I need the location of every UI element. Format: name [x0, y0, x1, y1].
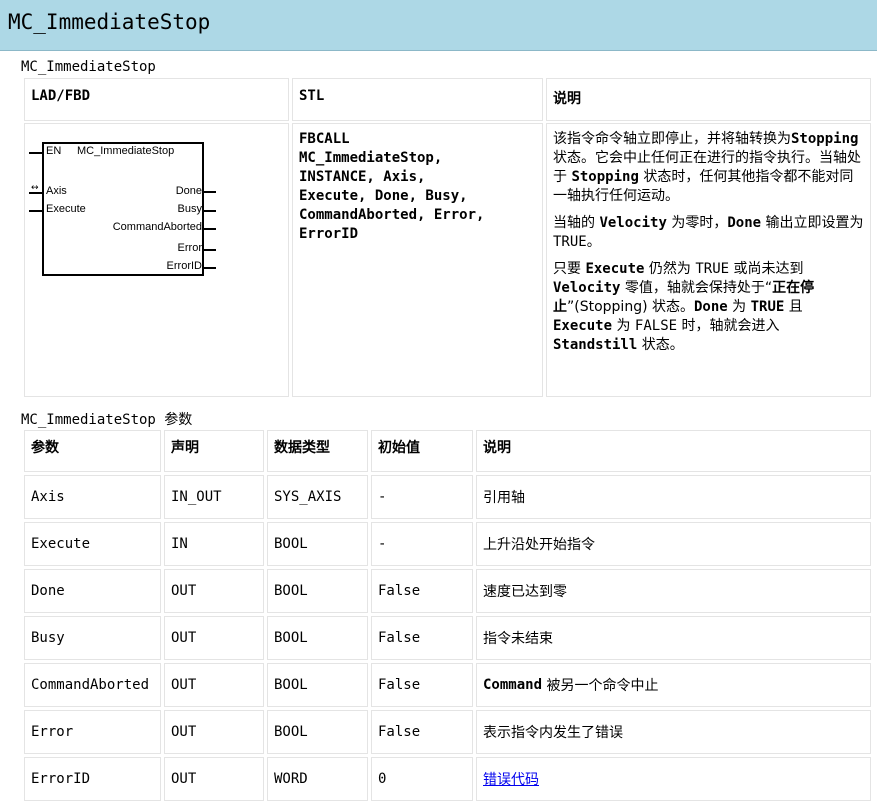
param-declaration: OUT [164, 616, 264, 660]
param-description-text: 被另一个命令中止 [542, 678, 659, 694]
stl-line: MC_ImmediateStop, [299, 150, 443, 166]
stl-code: FBCALL MC_ImmediateStop, INSTANCE, Axis, Ex… [292, 123, 543, 397]
output-command-aborted: CommandAborted [112, 221, 202, 233]
param-initial-value: False [371, 616, 473, 660]
stl-line: Execute, Done, Busy, [299, 188, 468, 204]
busy-line [204, 210, 216, 212]
stl-line: CommandAborted, Error, [299, 207, 485, 223]
header-stl: STL [292, 78, 543, 121]
axis-line [29, 192, 44, 194]
param-description: 错误代码 [476, 757, 871, 801]
stl-line: ErrorID [299, 226, 359, 242]
execute-line [29, 210, 44, 212]
param-data-type: BOOL [267, 522, 368, 566]
param-initial-value: - [371, 522, 473, 566]
param-description: 速度已达到零 [476, 569, 871, 613]
param-declaration: OUT [164, 757, 264, 801]
output-busy: Busy [177, 203, 202, 215]
param-name: ErrorID [24, 757, 161, 801]
param-data-type: WORD [267, 757, 368, 801]
params-header-initial-value: 初始值 [371, 430, 473, 472]
description-cell: 该指令命令轴立即停止，并将轴转换为Stopping 状态。它会中止任何正在进行的… [546, 123, 871, 397]
output-done: Done [175, 185, 202, 197]
en-line [29, 152, 44, 154]
param-initial-value: - [371, 475, 473, 519]
param-name: Done [24, 569, 161, 613]
en-label: EN [46, 145, 62, 157]
param-initial-value: False [371, 710, 473, 754]
params-header-declaration: 声明 [164, 430, 264, 472]
error-id-line [204, 267, 216, 269]
param-data-type: BOOL [267, 663, 368, 707]
done-line [204, 191, 216, 193]
error-line [204, 249, 216, 251]
param-name: Busy [24, 616, 161, 660]
param-description: 表示指令内发生了错误 [476, 710, 871, 754]
param-declaration: OUT [164, 710, 264, 754]
block-name: MC_ImmediateStop [77, 145, 175, 157]
param-name: CommandAborted [24, 663, 161, 707]
param-data-type: BOOL [267, 616, 368, 660]
stl-line: FBCALL [299, 131, 350, 147]
header-lad-fbd: LAD/FBD [24, 78, 289, 121]
param-declaration: IN_OUT [164, 475, 264, 519]
command-aborted-line [204, 228, 216, 230]
params-header-data-type: 数据类型 [267, 430, 368, 472]
param-data-type: SYS_AXIS [267, 475, 368, 519]
page-title: MC_ImmediateStop [8, 10, 211, 34]
fbd-cell: EN MC_ImmediateStop ↔ Axis Execute Done … [24, 123, 289, 397]
params-caption: MC_ImmediateStop 参数 [21, 412, 193, 428]
output-error: Error [177, 242, 202, 254]
param-declaration: IN [164, 522, 264, 566]
param-name: Error [24, 710, 161, 754]
error-codes-link[interactable]: 错误代码 [483, 769, 539, 789]
description-paragraph-2: 当轴的 Velocity 为零时，Done 输出立即设置为 TRUE。 [553, 215, 864, 250]
param-description: Command 被另一个命令中止 [476, 663, 871, 707]
param-initial-value: False [371, 569, 473, 613]
header-description: 说明 [546, 78, 871, 121]
param-name: Execute [24, 522, 161, 566]
param-description: 上升沿处开始指令 [476, 522, 871, 566]
overview-caption: MC_ImmediateStop [21, 59, 156, 75]
page-header: MC_ImmediateStop [0, 0, 877, 51]
param-description: 指令未结束 [476, 616, 871, 660]
output-error-id: ErrorID [166, 260, 202, 272]
input-axis: Axis [46, 185, 67, 197]
param-data-type: BOOL [267, 569, 368, 613]
param-initial-value: 0 [371, 757, 473, 801]
param-description-bold: Command [483, 677, 543, 693]
description-paragraph-3: 只要 Execute 仍然为 TRUE 或尚未达到 Velocity 零值，轴就… [553, 261, 815, 353]
params-header-param: 参数 [24, 430, 161, 472]
input-execute: Execute [46, 203, 86, 215]
stl-line: INSTANCE, Axis, [299, 169, 426, 185]
param-initial-value: False [371, 663, 473, 707]
param-declaration: OUT [164, 569, 264, 613]
params-header-description: 说明 [476, 430, 871, 472]
param-description: 引用轴 [476, 475, 871, 519]
param-name: Axis [24, 475, 161, 519]
param-data-type: BOOL [267, 710, 368, 754]
param-declaration: OUT [164, 663, 264, 707]
description-paragraph-1: 该指令命令轴立即停止，并将轴转换为Stopping 状态。它会中止任何正在进行的… [553, 131, 861, 204]
